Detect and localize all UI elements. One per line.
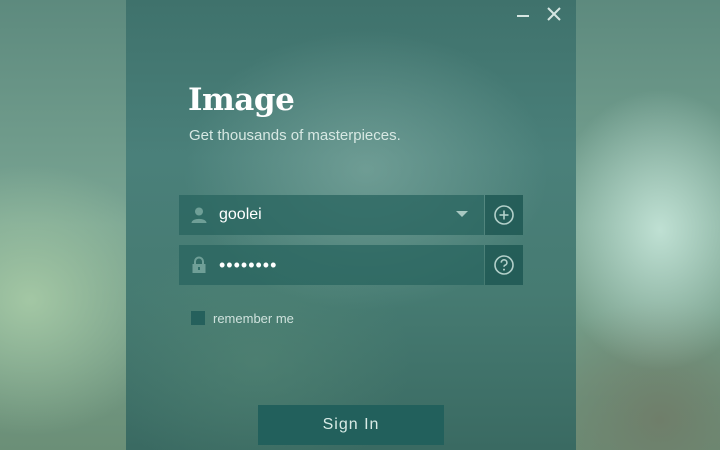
- username-field: [179, 195, 523, 235]
- password-input-box[interactable]: [179, 245, 484, 285]
- remember-me-option[interactable]: remember me: [191, 310, 294, 326]
- password-field: [179, 245, 523, 285]
- help-circle-icon: [494, 255, 514, 275]
- add-circle-icon: [494, 205, 514, 225]
- add-account-button[interactable]: [485, 195, 523, 235]
- app-title: Image: [188, 82, 295, 118]
- lock-icon: [189, 255, 209, 275]
- username-input-box[interactable]: [179, 195, 484, 235]
- remember-me-checkbox[interactable]: [191, 311, 205, 325]
- remember-me-label: remember me: [213, 310, 294, 326]
- minimize-icon: [517, 15, 529, 17]
- password-input[interactable]: [219, 245, 449, 285]
- chevron-down-icon[interactable]: [456, 211, 468, 217]
- close-icon: [547, 7, 561, 21]
- close-button[interactable]: [543, 3, 565, 25]
- login-window: Image Get thousands of masterpieces. goo…: [126, 0, 576, 450]
- username-input[interactable]: [219, 195, 449, 235]
- help-button[interactable]: [485, 245, 523, 285]
- app-subtitle: Get thousands of masterpieces.: [189, 127, 401, 144]
- minimize-button[interactable]: [512, 3, 534, 25]
- sign-in-button[interactable]: Sign In: [258, 405, 444, 445]
- user-icon: [189, 205, 209, 225]
